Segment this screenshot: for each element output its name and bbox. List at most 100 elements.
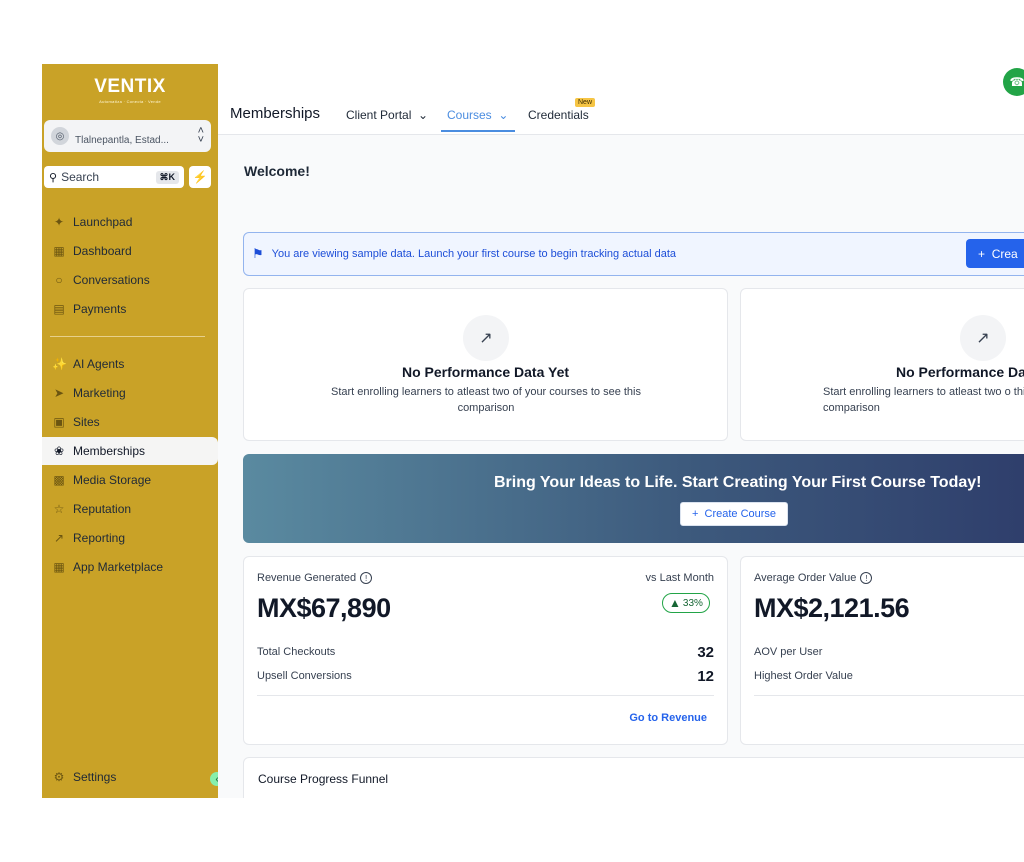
trend-icon: ↗	[53, 531, 65, 545]
lightning-icon: ⚡	[192, 170, 208, 184]
create-course-banner-button[interactable]: + Crea	[966, 239, 1024, 268]
logo-text: VENTIX	[94, 76, 166, 97]
button-label: Crea	[991, 246, 1018, 261]
tab-label: Credentials	[528, 108, 589, 122]
metric-label: Average Order Value	[754, 572, 857, 584]
receipt-icon: ▤	[53, 302, 65, 316]
page-title: Memberships	[230, 105, 321, 122]
sidebar-item-dashboard[interactable]: ▦ Dashboard	[42, 237, 218, 265]
performance-title: No Performance Data Yet	[401, 364, 570, 380]
award-icon: ❀	[53, 444, 65, 458]
image-icon: ▩	[53, 473, 65, 487]
sidebar-item-sites[interactable]: ▣ Sites	[42, 408, 218, 436]
sidebar-item-settings[interactable]: ⚙ Settings	[42, 763, 218, 791]
create-course-hero: Bring Your Ideas to Life. Start Creating…	[243, 454, 1024, 543]
triangle-up-icon: ▲	[669, 596, 681, 610]
app-window: VENTIX Automatiza · Conecta · Vende ◎ Tl…	[42, 64, 1024, 798]
main-content: Welcome! ⚑ You are viewing sample data. …	[218, 135, 1024, 798]
chevron-up-down-icon: ˄ ˅	[197, 125, 204, 146]
trending-up-icon: ↗	[960, 315, 1006, 361]
create-course-button[interactable]: + Create Course	[680, 502, 788, 526]
sidebar-item-launchpad[interactable]: ✦ Launchpad	[42, 208, 218, 236]
sidebar-item-marketing[interactable]: ➤ Marketing	[42, 379, 218, 407]
phone-call-button[interactable]: ☎	[1003, 68, 1024, 96]
search-box[interactable]: ⚲ Search ⌘K	[44, 166, 184, 188]
sidebar-item-ai-agents[interactable]: ✨ AI Agents	[42, 350, 218, 378]
sidebar-item-label: Reporting	[73, 531, 126, 545]
sidebar-item-media-storage[interactable]: ▩ Media Storage	[42, 466, 218, 494]
sidebar-item-label: App Marketplace	[73, 560, 164, 574]
revenue-value: MX$67,890	[257, 593, 391, 623]
rocket-icon: ✦	[53, 215, 65, 229]
tab-client-portal[interactable]: Client Portal ⌄	[346, 108, 428, 122]
sidebar-item-label: Marketing	[73, 386, 126, 400]
plus-icon: +	[691, 508, 705, 520]
revenue-card: Revenue Generated ! vs Last Month MX$67,…	[243, 556, 728, 745]
change-badge: ▲ 33%	[662, 593, 710, 613]
star-icon: ☆	[53, 502, 65, 516]
upsell-conversions-label: Upsell Conversions	[257, 670, 352, 682]
metric-label: Revenue Generated	[257, 572, 357, 584]
performance-card-2: ↗ No Performance Da Start enrolling lear…	[740, 288, 1024, 441]
sidebar: VENTIX Automatiza · Conecta · Vende ◎ Tl…	[42, 64, 224, 798]
location-switcher[interactable]: ◎ Tlalnepantla, Estad... ˄ ˅	[44, 120, 211, 152]
sidebar-item-reputation[interactable]: ☆ Reputation	[42, 495, 218, 523]
send-icon: ➤	[53, 386, 65, 400]
search-shortcut: ⌘K	[155, 170, 179, 184]
tab-label: Courses	[447, 108, 492, 122]
search-icon: ⚲	[49, 171, 58, 184]
info-icon[interactable]: !	[860, 572, 873, 584]
tab-credentials[interactable]: Credentials	[528, 108, 589, 122]
sidebar-item-label: Payments	[73, 302, 127, 316]
performance-description: Start enrolling learners to atleast two …	[823, 386, 1024, 414]
sidebar-item-label: Reputation	[73, 502, 132, 516]
sidebar-item-label: Conversations	[73, 273, 150, 287]
info-icon[interactable]: !	[360, 572, 373, 584]
banner-message: You are viewing sample data. Launch your…	[271, 248, 677, 260]
quick-action-button[interactable]: ⚡	[189, 166, 211, 188]
logo-tagline: Automatiza · Conecta · Vende	[99, 99, 161, 104]
location-name: Tlalnepantla, Estad...	[75, 134, 169, 146]
sidebar-item-payments[interactable]: ▤ Payments	[42, 295, 218, 323]
grid-icon: ▦	[53, 244, 65, 258]
total-checkouts-value: 32	[697, 644, 714, 661]
performance-card: ↗ No Performance Data Yet Start enrollin…	[243, 288, 728, 441]
active-tab-indicator	[441, 130, 515, 132]
location-pin-icon: ◎	[51, 127, 69, 145]
performance-description: Start enrolling learners to atleast two …	[331, 386, 641, 414]
go-to-revenue-link[interactable]: Go to Revenue	[629, 712, 707, 724]
sidebar-item-label: AI Agents	[73, 357, 125, 371]
aov-per-user-label: AOV per User	[754, 646, 823, 658]
course-progress-funnel-card: Course Progress Funnel	[243, 757, 1024, 798]
tab-courses[interactable]: Courses ⌄	[447, 108, 508, 122]
brand-logo[interactable]: VENTIX Automatiza · Conecta · Vende	[42, 76, 218, 104]
browser-icon: ▣	[53, 415, 65, 429]
sidebar-item-app-marketplace[interactable]: ▦ App Marketplace	[42, 553, 218, 581]
sidebar-item-memberships[interactable]: ❀ Memberships	[42, 437, 218, 465]
upsell-conversions-value: 12	[697, 668, 714, 685]
aov-card: Average Order Value ! MX$2,121.56 AOV pe…	[740, 556, 1024, 745]
sidebar-item-label: Settings	[73, 770, 117, 784]
hero-title: Bring Your Ideas to Life. Start Creating…	[494, 474, 982, 491]
funnel-title: Course Progress Funnel	[258, 772, 389, 786]
apps-icon: ▦	[53, 560, 65, 574]
sidebar-item-label: Memberships	[73, 444, 146, 458]
chat-icon: ○	[55, 273, 63, 287]
revenue-label: Revenue Generated !	[257, 572, 373, 584]
chevron-down-icon: ⌄	[495, 108, 509, 122]
comparison-label: vs Last Month	[645, 572, 714, 584]
aov-label: Average Order Value !	[754, 572, 873, 584]
sidebar-item-reporting[interactable]: ↗ Reporting	[42, 524, 218, 552]
chevron-down-icon: ⌄	[414, 108, 429, 122]
row-divider	[257, 695, 714, 696]
sidebar-item-conversations[interactable]: ○ Conversations	[42, 266, 218, 294]
sparkle-icon: ✨	[52, 357, 67, 371]
sidebar-item-label: Sites	[73, 415, 100, 429]
sidebar-item-label: Launchpad	[73, 215, 133, 229]
sidebar-divider	[50, 336, 205, 337]
aov-value: MX$2,121.56	[754, 593, 910, 623]
button-label: Create Course	[704, 508, 777, 520]
welcome-heading: Welcome!	[244, 163, 310, 179]
sidebar-item-label: Dashboard	[73, 244, 132, 258]
plus-icon: +	[978, 246, 992, 261]
